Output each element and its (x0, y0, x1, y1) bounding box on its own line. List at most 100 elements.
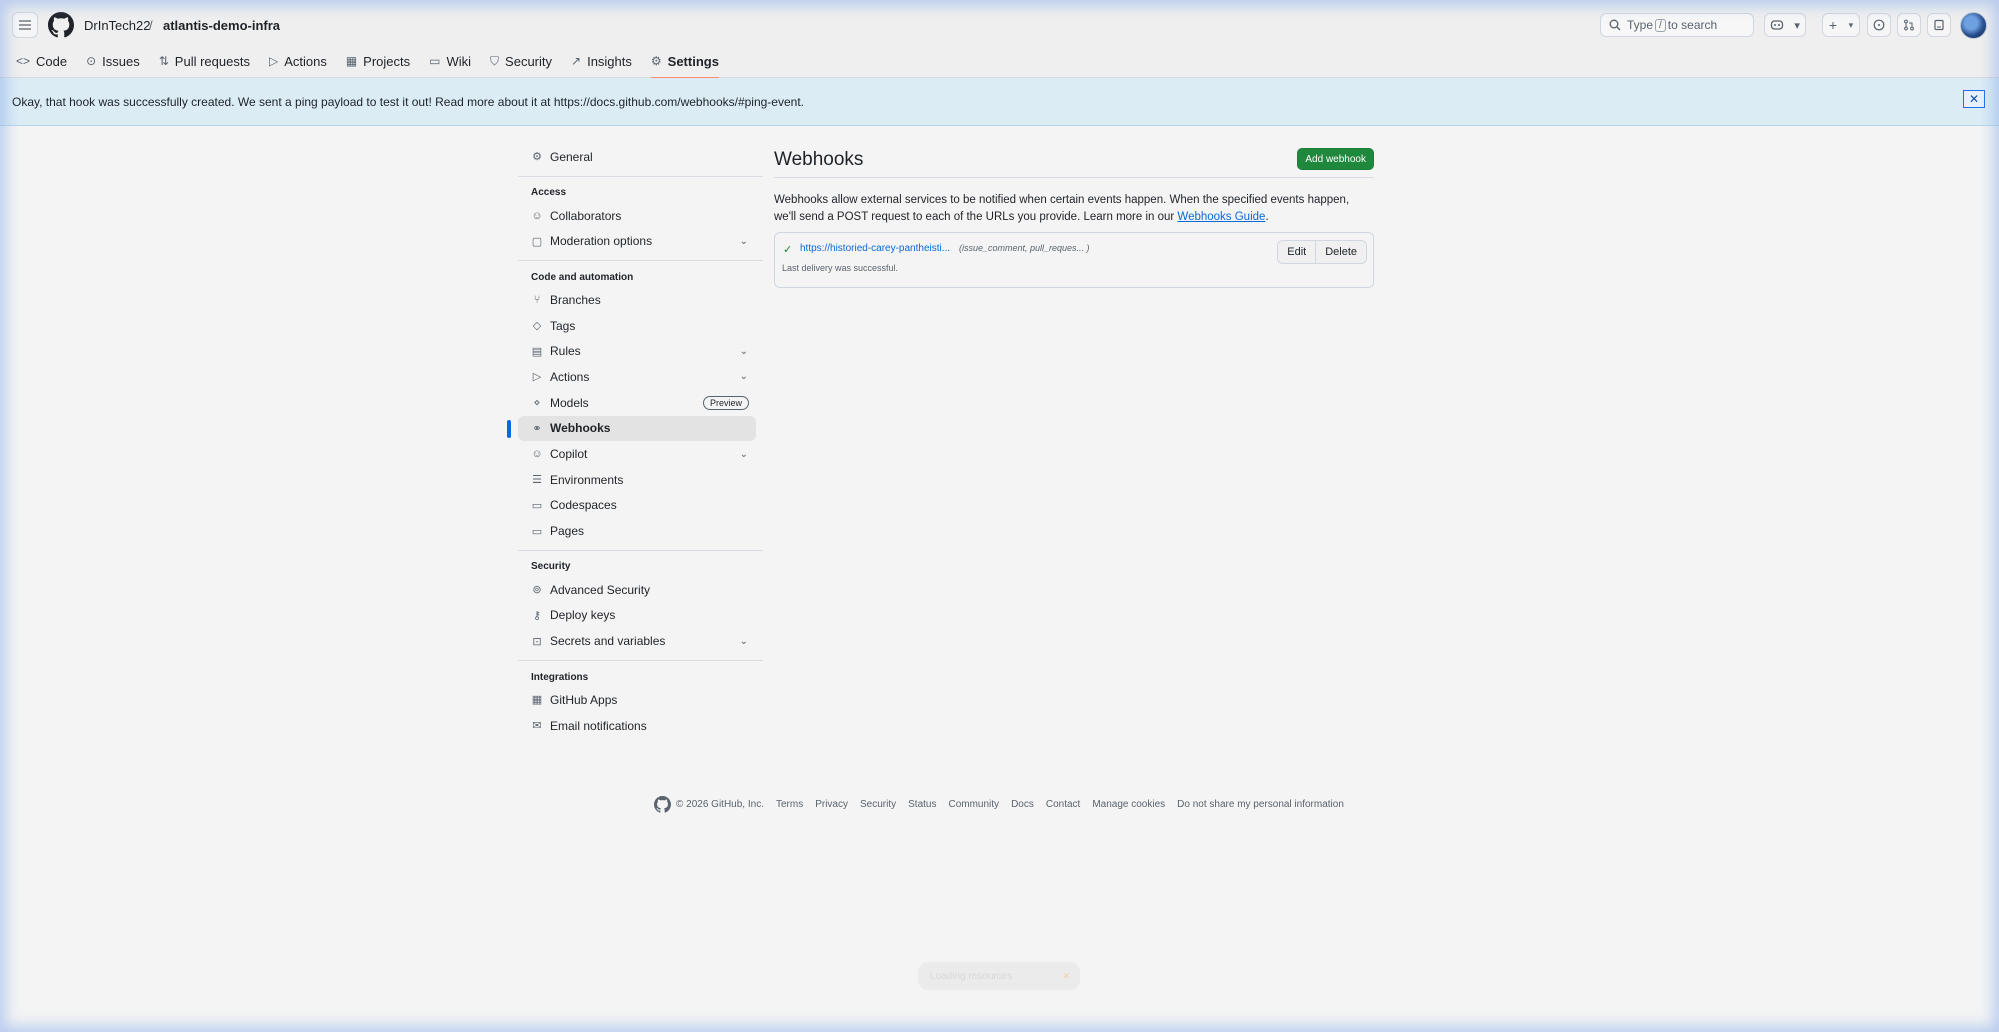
sidebar-item-codespaces[interactable]: ▭ Codespaces (518, 493, 756, 519)
webhook-actions: Edit Delete (1277, 240, 1367, 264)
sidebar-item-label: Codespaces (550, 498, 617, 513)
tab-label: Insights (587, 53, 632, 69)
sidebar-item-github-apps[interactable]: ▦ GitHub Apps (518, 687, 756, 713)
sidebar-item-label: Rules (550, 344, 581, 359)
tab-code[interactable]: <> Code (16, 50, 67, 72)
chevron-down-icon: ⌄ (739, 448, 748, 460)
sidebar-item-label: Deploy keys (550, 608, 616, 623)
sidebar-item-branches[interactable]: ⑂ Branches (518, 287, 756, 313)
sidebar-item-moderation-options[interactable]: ▢ Moderation options ⌄ (518, 228, 756, 254)
loading-toast: Loading resources ✕ (918, 962, 1080, 990)
footer-link-do-not-share[interactable]: Do not share my personal information (1177, 799, 1344, 810)
plus-icon: + (1828, 17, 1837, 33)
search-input[interactable]: Type / to search (1600, 13, 1754, 37)
copilot-icon (1770, 20, 1784, 30)
footer-link-community[interactable]: Community (948, 799, 999, 810)
settings-sidebar: ⚙ General Access ☺ Collaborators ▢ Moder… (507, 144, 763, 739)
webhook-url-link[interactable]: https://historied-carey-pantheisti... (800, 243, 950, 254)
tab-wiki[interactable]: ▭ Wiki (429, 50, 471, 72)
sidebar-item-label: Tags (550, 318, 576, 333)
tab-insights[interactable]: ↗ Insights (571, 50, 632, 72)
sidebar-item-label: Models (550, 395, 589, 410)
chevron-down-icon: ⌄ (739, 345, 748, 357)
sidebar-item-environments[interactable]: ☰ Environments (518, 467, 756, 493)
tab-label: Settings (667, 53, 719, 69)
code-icon: <> (16, 54, 31, 68)
sidebar-item-secrets-and-variables[interactable]: ⊡ Secrets and variables ⌄ (518, 628, 756, 654)
sidebar-item-deploy-keys[interactable]: ⚷ Deploy keys (518, 603, 756, 629)
delete-button[interactable]: Delete (1315, 241, 1366, 263)
github-mark-icon[interactable] (654, 796, 671, 813)
sidebar-item-label: General (550, 149, 593, 164)
sidebar-item-copilot[interactable]: ☺ Copilot ⌄ (518, 441, 756, 467)
footer-link-contact[interactable]: Contact (1046, 799, 1080, 810)
sidebar-item-general[interactable]: ⚙ General (518, 144, 756, 170)
tab-label: Projects (363, 53, 411, 69)
sidebar-item-advanced-security[interactable]: ⊚ Advanced Security (518, 577, 756, 603)
tab-settings[interactable]: ⚙ Settings (650, 50, 720, 79)
close-icon[interactable]: ✕ (1963, 90, 1985, 108)
delivery-status: Last delivery was successful. (782, 263, 899, 273)
sidebar-item-label: Email notifications (550, 718, 647, 733)
repo-owner-link[interactable]: DrInTech22 (84, 18, 150, 33)
sidebar-item-models[interactable]: ⋄ Models Preview (518, 390, 756, 416)
key-icon: ⚷ (532, 609, 542, 622)
sidebar-item-pages[interactable]: ▭ Pages (518, 518, 756, 544)
footer-link-manage-cookies[interactable]: Manage cookies (1092, 799, 1165, 810)
menu-icon[interactable] (12, 12, 38, 38)
gear-icon: ⚙ (650, 54, 662, 68)
edit-button[interactable]: Edit (1278, 241, 1316, 263)
sidebar-item-collaborators[interactable]: ☺ Collaborators (518, 203, 756, 229)
chevron-down-icon: ▾ (1848, 19, 1854, 30)
global-bar: DrInTech22 / atlantis-demo-infra Type / … (12, 10, 1987, 40)
sidebar-item-label: Actions (550, 369, 590, 384)
webhooks-guide-link[interactable]: Webhooks Guide (1177, 211, 1265, 223)
footer-link-security[interactable]: Security (860, 799, 896, 810)
inbox-icon[interactable] (1927, 13, 1951, 37)
sidebar-item-label: Pages (550, 524, 585, 539)
sidebar-heading-access: Access (531, 187, 567, 199)
sidebar-item-label: Advanced Security (550, 582, 651, 597)
sidebar-item-label: GitHub Apps (550, 692, 618, 707)
sidebar-heading-security: Security (531, 561, 571, 573)
tab-security[interactable]: ⛉ Security (490, 50, 552, 72)
footer-link-status[interactable]: Status (908, 799, 936, 810)
sidebar-item-actions[interactable]: ▷ Actions ⌄ (518, 364, 756, 390)
search-placeholder-start: Type (1627, 18, 1654, 32)
user-avatar[interactable] (1960, 12, 1987, 39)
pull-request-icon: ⇅ (158, 54, 169, 68)
sidebar-item-webhooks[interactable]: ⚭ Webhooks (507, 415, 756, 442)
add-webhook-button[interactable]: Add webhook (1297, 148, 1374, 170)
pull-requests-icon[interactable] (1897, 13, 1921, 37)
search-icon (1609, 19, 1621, 31)
tab-issues[interactable]: ⊙ Issues (86, 50, 140, 72)
chevron-down-icon: ⌄ (739, 371, 748, 383)
close-icon[interactable]: ✕ (1062, 971, 1070, 982)
footer-link-privacy[interactable]: Privacy (815, 799, 848, 810)
github-logo-icon[interactable] (48, 12, 74, 38)
page-header: Webhooks Add webhook (774, 144, 1374, 178)
sidebar-item-label: Environments (550, 472, 624, 487)
tab-projects[interactable]: ▦ Projects (346, 50, 410, 72)
sidebar-item-email-notifications[interactable]: ✉ Email notifications (518, 713, 756, 739)
sidebar-item-tags[interactable]: ◇ Tags (518, 313, 756, 339)
webhook-events: (issue_comment, pull_reques... ) (959, 243, 1090, 253)
repo-name-link[interactable]: atlantis-demo-infra (163, 18, 280, 33)
sidebar-item-label: Webhooks (550, 421, 611, 436)
sidebar-item-rules[interactable]: ▤ Rules ⌄ (518, 338, 756, 364)
issues-icon[interactable] (1867, 13, 1891, 37)
tab-actions[interactable]: ▷ Actions (269, 50, 327, 72)
footer-link-terms[interactable]: Terms (776, 799, 803, 810)
create-new-menu[interactable]: + ▾ (1822, 13, 1860, 37)
tab-pull-requests[interactable]: ⇅ Pull requests (159, 50, 250, 72)
copilot-menu[interactable]: ▾ (1764, 13, 1806, 37)
tab-label: Pull requests (174, 53, 250, 69)
footer-link-docs[interactable]: Docs (1011, 799, 1034, 810)
play-icon: ▷ (532, 371, 542, 384)
table-icon: ▦ (345, 54, 358, 68)
page-title: Webhooks (774, 149, 864, 170)
webhook-list-item: ✓ https://historied-carey-pantheisti... … (774, 232, 1374, 288)
breadcrumb-separator: / (149, 18, 153, 33)
people-icon: ☺ (531, 209, 543, 222)
repo-push-icon: ▤ (531, 345, 543, 358)
